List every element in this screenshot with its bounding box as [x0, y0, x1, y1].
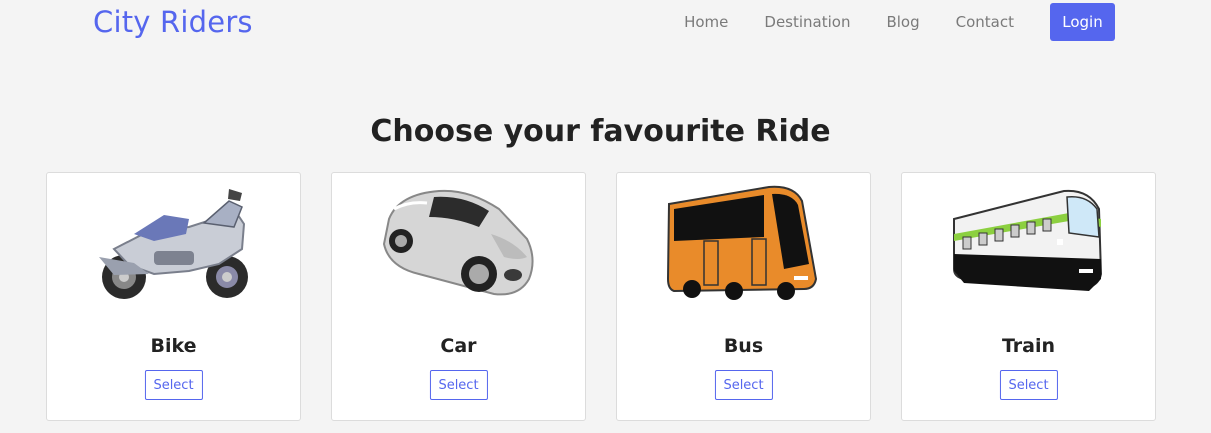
ride-cards: Bike Select Car Select Bus Select Train … [46, 172, 1156, 421]
motorcycle-image [99, 189, 248, 299]
car-image [382, 189, 534, 296]
select-bus-button[interactable]: Select [714, 370, 773, 400]
ride-card-train: Train Select [901, 172, 1156, 421]
ride-title: Bike [150, 335, 197, 357]
nav-home[interactable]: Home [684, 3, 728, 41]
ride-title: Car [440, 335, 477, 357]
main-nav: Home Destination Blog Contact Login [684, 3, 1115, 41]
ride-title: Bus [723, 335, 764, 357]
ride-card-bus: Bus Select [616, 172, 871, 421]
nav-blog[interactable]: Blog [886, 3, 919, 41]
nav-contact[interactable]: Contact [956, 3, 1014, 41]
nav-destination[interactable]: Destination [764, 3, 850, 41]
brand-logo[interactable]: City Riders [93, 2, 253, 42]
ride-card-bike: Bike Select [46, 172, 301, 421]
login-button[interactable]: Login [1050, 3, 1115, 41]
select-car-button[interactable]: Select [429, 370, 488, 400]
ride-title: Train [1001, 335, 1056, 357]
train-image [953, 189, 1103, 291]
select-bike-button[interactable]: Select [144, 370, 203, 400]
page-title: Choose your favourite Ride [370, 114, 831, 149]
bus-image [666, 185, 818, 300]
select-train-button[interactable]: Select [999, 370, 1058, 400]
ride-card-car: Car Select [331, 172, 586, 421]
